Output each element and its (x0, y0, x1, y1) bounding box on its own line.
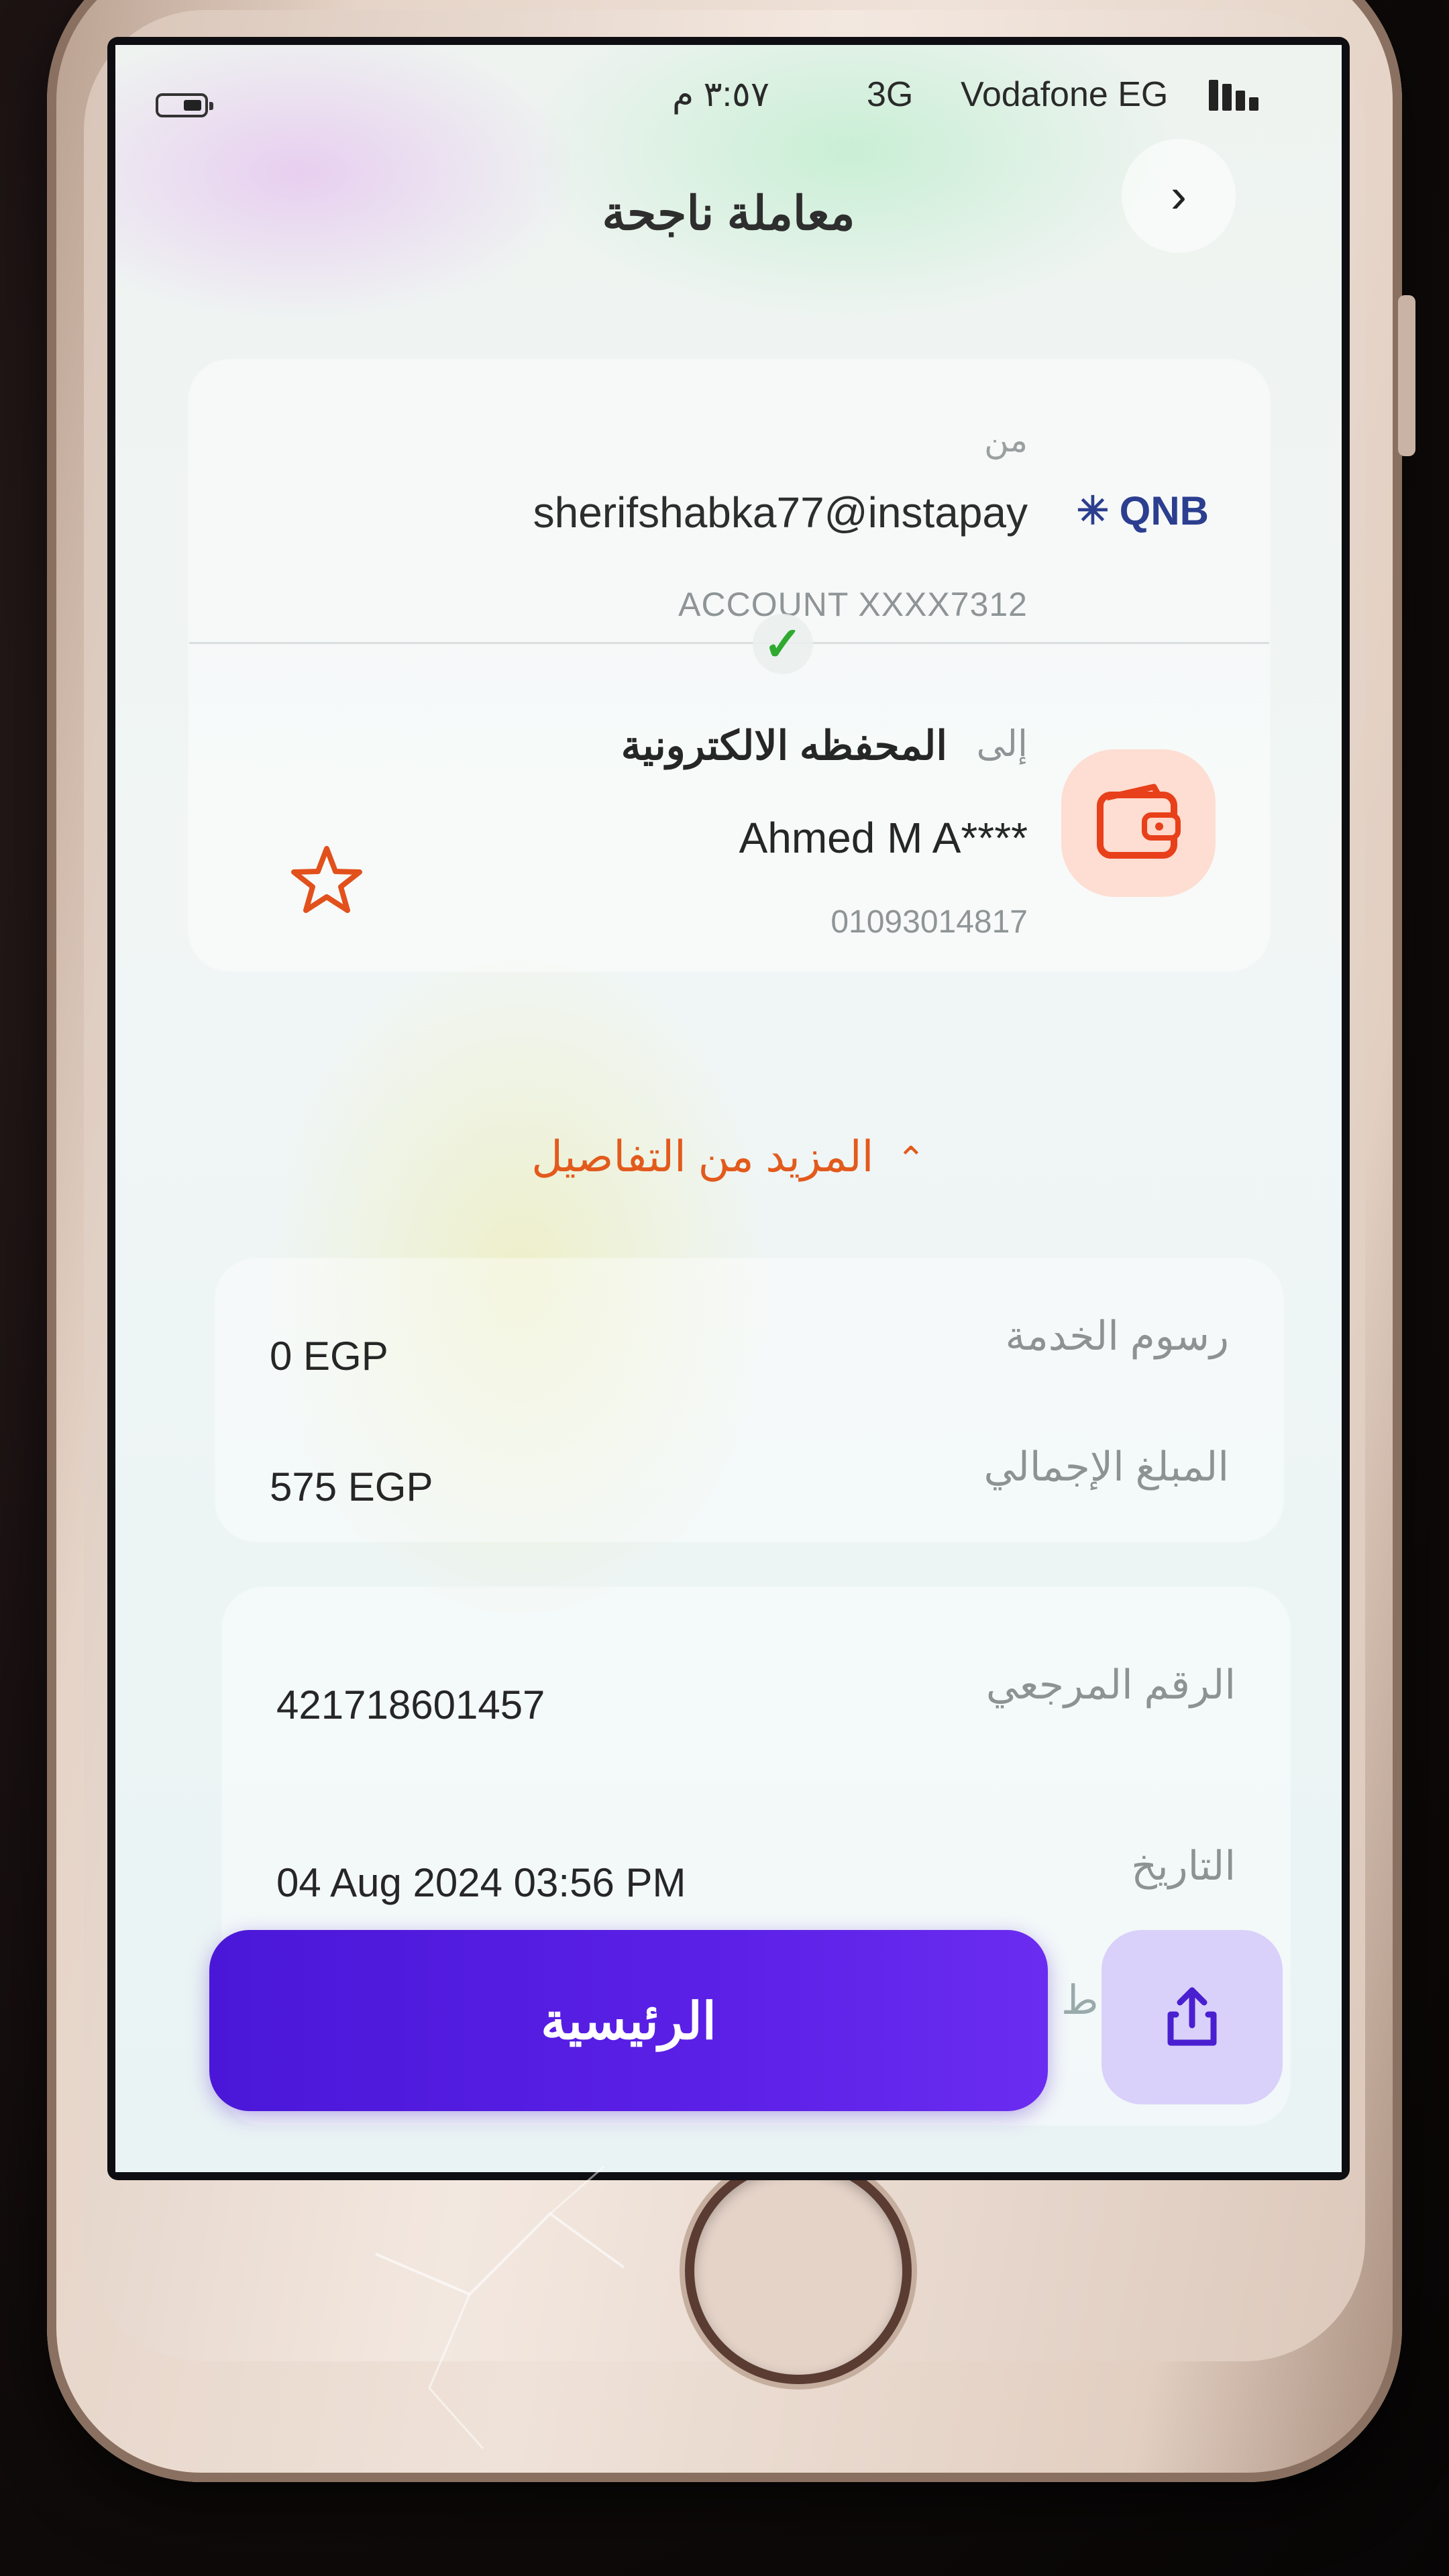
reference-value[interactable]: 421718601457 (276, 1682, 545, 1728)
date-label: التاريخ (1131, 1843, 1236, 1888)
partial-row-label: ط (1061, 1978, 1099, 2023)
star-icon[interactable] (290, 843, 364, 917)
service-fee-value: 0 EGP (270, 1334, 388, 1379)
network-type: 3G (867, 75, 914, 114)
from-label: من (984, 421, 1028, 459)
wallet-icon (1061, 749, 1216, 897)
home-button[interactable] (694, 2167, 902, 2375)
fees-card: رسوم الخدمة 0 EGP المبلغ الإجمالي 575 EG… (216, 1259, 1283, 1541)
divider (189, 642, 1269, 644)
screen: ٣:٥٧ م 3G Vodafone EG › معاملة ناجحة من … (107, 37, 1350, 2180)
status-time: ٣:٥٧ م (672, 75, 769, 114)
carrier-name: Vodafone EG (961, 75, 1169, 114)
bank-mark-icon: ✳ (1076, 488, 1110, 533)
bank-name: QNB (1119, 488, 1209, 533)
share-icon (1167, 1987, 1217, 2046)
more-details-label: المزيد من التفاصيل (531, 1132, 874, 1181)
destination-type: المحفظه الالكترونية (621, 723, 947, 768)
transfer-parties-card: من sherifshabka77@instapay ✳ QNB ACCOUNT… (189, 360, 1269, 971)
home-button-label: الرئيسية (541, 1992, 716, 2050)
recipient-phone: 01093014817 (830, 904, 1028, 940)
bank-logo: ✳ QNB (1077, 488, 1209, 534)
status-bar: ٣:٥٧ م 3G Vodafone EG (115, 61, 1342, 128)
check-icon: ✓ (753, 614, 813, 674)
reference-label: الرقم المرجعي (985, 1662, 1236, 1707)
account-number: ACCOUNT XXXX7312 (678, 586, 1028, 623)
battery-icon (156, 93, 213, 117)
share-button[interactable] (1102, 1930, 1283, 2104)
service-fee-label: رسوم الخدمة (1005, 1313, 1229, 1358)
total-amount-value: 575 EGP (270, 1464, 433, 1509)
app-display: ٣:٥٧ م 3G Vodafone EG › معاملة ناجحة من … (115, 45, 1342, 2172)
to-label: إلى (976, 724, 1028, 764)
home-button-cta[interactable]: الرئيسية (209, 1930, 1048, 2111)
signal-icon (1209, 80, 1269, 111)
more-details-toggle[interactable]: المزيد من التفاصيل ⌃ (115, 1132, 1342, 1182)
side-button (1398, 295, 1415, 456)
date-value: 04 Aug 2024 03:56 PM (276, 1860, 686, 1905)
page-title: معاملة ناجحة (602, 187, 855, 239)
recipient-name: Ahmed M A**** (739, 814, 1028, 862)
total-amount-label: المبلغ الإجمالي (983, 1444, 1229, 1489)
chevron-up-icon: ⌃ (896, 1140, 926, 1179)
sender-address: sherifshabka77@instapay (533, 488, 1028, 537)
